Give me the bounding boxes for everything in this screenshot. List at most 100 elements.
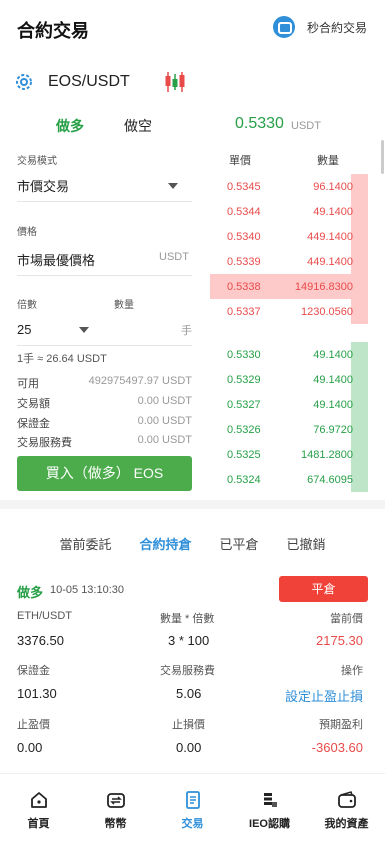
info-margin: 保證金 0.00 USDT <box>17 415 192 431</box>
orderbook-qty: 49.1400 <box>313 373 353 386</box>
ask-row[interactable]: 0.5339 449.1400 <box>210 249 368 274</box>
pair-label: ETH/USDT <box>17 610 72 622</box>
orderbook-price-header: 單價 <box>229 155 251 167</box>
orderbook-qty: 449.1400 <box>307 230 353 243</box>
settings-gear-icon[interactable] <box>14 72 34 92</box>
info-value: 492975497.97 USDT <box>88 375 192 387</box>
info-key: 保證金 <box>17 418 50 430</box>
chevron-down-icon <box>79 327 89 333</box>
sl-value: 0.00 <box>176 740 202 755</box>
leverage-select[interactable]: 25 <box>17 321 97 341</box>
second-contract-link[interactable]: 秒合約交易 <box>272 16 367 38</box>
section-divider <box>0 500 385 509</box>
tab-long[interactable]: 做多 <box>44 116 112 136</box>
candlestick-chart-icon[interactable] <box>164 70 186 94</box>
trade-doc-icon <box>185 791 200 809</box>
nav-assets[interactable]: 我的資產 <box>308 774 385 841</box>
side-tabs: 做多 做空 <box>44 116 180 136</box>
set-tp-sl-link[interactable]: 設定止盈止損 <box>285 686 363 705</box>
sl-label: 止損價 <box>172 719 205 731</box>
nav-spot[interactable]: 幣幣 <box>77 774 154 841</box>
orderbook-price: 0.5326 <box>227 423 261 436</box>
current-price: 2175.30 <box>316 633 363 648</box>
nav-label: 我的資產 <box>324 818 369 830</box>
nav-trade[interactable]: 交易 <box>154 774 231 841</box>
coins-stack-icon <box>263 793 277 807</box>
ask-row[interactable]: 0.5337 1230.0560 <box>210 299 368 324</box>
mode-value: 市價交易 <box>17 179 70 194</box>
margin-value: 101.30 <box>17 686 57 701</box>
orderbook-qty: 1230.0560 <box>301 305 353 318</box>
scrollbar[interactable] <box>381 140 384 174</box>
qty-input[interactable]: 手 <box>108 320 192 342</box>
ask-row[interactable]: 0.5338 14916.8300 <box>210 274 368 299</box>
bottom-nav: 首頁 幣幣 交易 IEO認購 我的資產 <box>0 773 385 841</box>
ask-row[interactable]: 0.5345 96.1400 <box>210 174 368 199</box>
nav-label: 首頁 <box>27 818 50 830</box>
nav-label: 幣幣 <box>104 818 127 830</box>
info-key: 可用 <box>17 378 39 390</box>
orderbook-qty: 49.1400 <box>313 398 353 411</box>
bid-row[interactable]: 0.5324 674.6095 <box>210 467 368 492</box>
tab-closed[interactable]: 已平倉 <box>220 534 259 553</box>
tab-positions[interactable]: 合約持倉 <box>139 534 191 553</box>
bid-row[interactable]: 0.5326 76.9720 <box>210 417 368 442</box>
orderbook-price: 0.5329 <box>227 373 261 386</box>
divider <box>17 345 192 346</box>
position-time: 10-05 13:10:30 <box>50 584 125 596</box>
bid-row[interactable]: 0.5330 49.1400 <box>210 342 368 367</box>
operation-label: 操作 <box>341 665 363 677</box>
orderbook-price: 0.5344 <box>227 205 261 218</box>
mode-select[interactable]: 市價交易 <box>17 176 192 198</box>
nav-ieo[interactable]: IEO認購 <box>231 774 308 841</box>
lot-note: 1手 ≈ 26.64 USDT <box>17 353 107 365</box>
mode-label: 交易模式 <box>17 156 57 167</box>
orderbook-price: 0.5340 <box>227 230 261 243</box>
symbol-name[interactable]: EOS/USDT <box>48 73 130 91</box>
margin-label: 保證金 <box>17 665 50 677</box>
orderbook-price: 0.5327 <box>227 398 261 411</box>
orderbook-price: 0.5338 <box>227 280 261 293</box>
bid-row[interactable]: 0.5325 1481.2800 <box>210 442 368 467</box>
pnl-value: -3603.60 <box>311 740 363 755</box>
swap-icon <box>272 16 295 38</box>
tab-current-orders[interactable]: 當前委託 <box>59 534 111 553</box>
ask-row[interactable]: 0.5340 449.1400 <box>210 224 368 249</box>
wallet-swap-icon <box>106 793 125 808</box>
current-price-label: 當前價 <box>330 613 363 625</box>
second-contract-label: 秒合約交易 <box>306 20 367 35</box>
info-value: 0.00 USDT <box>137 434 192 446</box>
close-position-button[interactable]: 平倉 <box>279 576 368 602</box>
chevron-down-icon <box>168 183 178 189</box>
divider <box>17 275 192 276</box>
orderbook-qty: 49.1400 <box>313 348 353 361</box>
info-value: 0.00 USDT <box>137 415 192 427</box>
orderbook-price: 0.5325 <box>227 448 261 461</box>
price-unit: USDT <box>159 251 189 263</box>
leverage-label: 倍數 <box>17 300 37 311</box>
orderbook-qty: 49.1400 <box>313 205 353 218</box>
buy-long-button[interactable]: 買入（做多） EOS <box>17 456 192 491</box>
order-tabs: 當前委託 合約持倉 已平倉 已撤銷 <box>0 534 385 553</box>
home-icon <box>30 792 47 808</box>
tab-short[interactable]: 做空 <box>112 116 180 136</box>
orderbook-price: 0.5345 <box>227 180 261 193</box>
leverage-value: 25 <box>17 322 32 337</box>
tp-value: 0.00 <box>17 740 43 755</box>
ask-row[interactable]: 0.5344 49.1400 <box>210 199 368 224</box>
tab-cancelled[interactable]: 已撤銷 <box>287 534 326 553</box>
bid-row[interactable]: 0.5329 49.1400 <box>210 367 368 392</box>
orderbook-qty-header: 數量 <box>317 155 339 167</box>
divider <box>17 201 192 202</box>
fee-label: 交易服務費 <box>160 665 215 677</box>
nav-home[interactable]: 首頁 <box>0 774 77 841</box>
info-key: 交易服務費 <box>17 437 72 449</box>
orderbook-price: 0.5339 <box>227 255 261 268</box>
orderbook-price: 0.5324 <box>227 473 261 486</box>
bid-row[interactable]: 0.5327 49.1400 <box>210 392 368 417</box>
page-title: 合約交易 <box>17 21 89 41</box>
price-input[interactable]: 市場最優價格 <box>17 250 95 269</box>
pnl-label: 預期盈利 <box>319 719 363 731</box>
info-fee: 交易服務費 0.00 USDT <box>17 434 192 450</box>
fee-value: 5.06 <box>176 686 202 701</box>
